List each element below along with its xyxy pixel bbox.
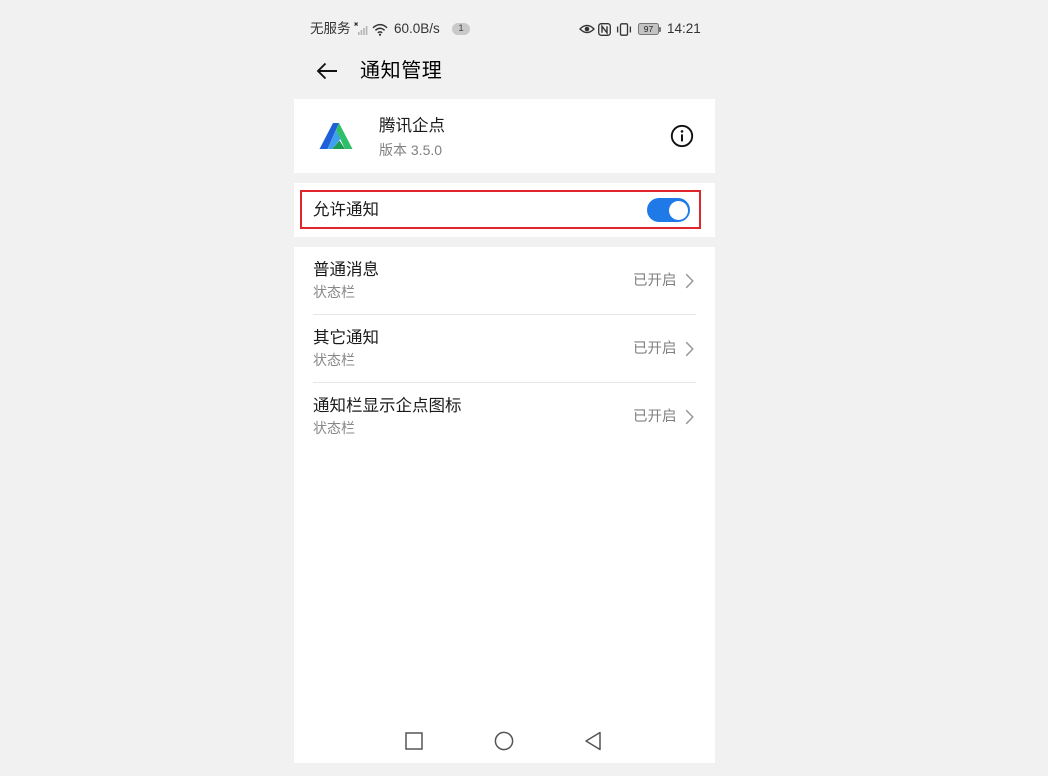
vibrate-icon (616, 22, 632, 36)
channel-title: 普通消息 (313, 261, 379, 279)
back-icon[interactable] (584, 731, 602, 751)
channel-title: 其它通知 (313, 329, 379, 347)
chevron-right-icon (685, 409, 694, 425)
info-icon[interactable] (670, 124, 694, 148)
eye-icon (579, 24, 595, 34)
battery-icon: 97 (638, 23, 659, 35)
phone-screen: 无服务 60.0B/s 1 97 14:21 通知管理 腾讯企点 版本 3.5.… (294, 0, 715, 763)
tencent-qidian-logo (319, 123, 353, 149)
signal-no-service-icon (354, 22, 368, 35)
app-info-card: 腾讯企点 版本 3.5.0 (294, 99, 715, 173)
channel-subtitle: 状态栏 (313, 352, 355, 368)
list-item[interactable]: 普通消息 状态栏 已开启 (294, 247, 715, 315)
recent-apps-icon[interactable] (405, 732, 423, 750)
back-arrow-icon[interactable] (314, 59, 340, 83)
channel-status: 已开启 (633, 273, 677, 289)
app-name: 腾讯企点 (379, 117, 445, 135)
channel-status: 已开启 (633, 341, 677, 357)
allow-notifications-row[interactable]: 允许通知 (294, 183, 715, 237)
allow-notifications-toggle[interactable] (647, 198, 690, 222)
wifi-icon (372, 23, 388, 36)
channel-subtitle: 状态栏 (313, 420, 355, 436)
toggle-knob (668, 200, 688, 220)
nfc-icon (598, 22, 611, 36)
allow-notifications-label: 允许通知 (313, 201, 379, 219)
list-item[interactable]: 其它通知 状态栏 已开启 (294, 315, 715, 383)
carrier-label: 无服务 (310, 21, 351, 36)
app-version: 版本 3.5.0 (379, 142, 443, 158)
channel-title: 通知栏显示企点图标 (313, 397, 462, 415)
chevron-right-icon (685, 273, 694, 289)
channel-status: 已开启 (633, 409, 677, 425)
network-speed: 60.0B/s (394, 21, 440, 36)
channel-subtitle: 状态栏 (313, 284, 355, 300)
page-title: 通知管理 (360, 60, 443, 82)
chevron-right-icon (685, 341, 694, 357)
list-item[interactable]: 通知栏显示企点图标 状态栏 已开启 (294, 383, 715, 451)
battery-nub (659, 26, 661, 32)
notification-channels-list: 普通消息 状态栏 已开启 其它通知 状态栏 已开启 通知栏显示企点图标 状态栏 … (294, 247, 715, 763)
notification-count-badge: 1 (452, 23, 470, 35)
home-icon[interactable] (494, 731, 514, 751)
status-bar: 无服务 60.0B/s 1 97 14:21 (294, 18, 715, 40)
clock-time: 14:21 (667, 21, 701, 36)
